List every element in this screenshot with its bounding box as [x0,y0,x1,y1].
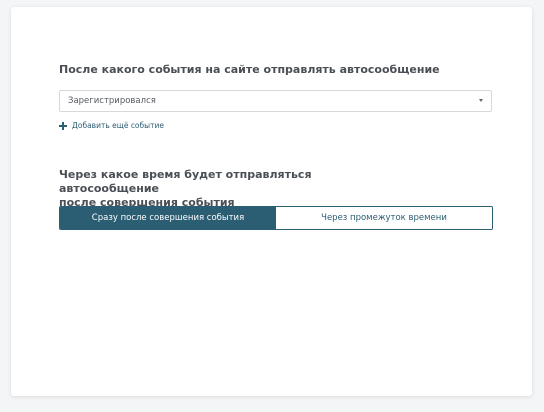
event-select[interactable]: Зарегистрировался [59,90,492,112]
timing-heading-line1: Через какое время будет отправляться авт… [59,168,312,195]
caret-down-icon [479,99,483,102]
immediately-option-button[interactable]: Сразу после совершения события [60,207,276,229]
settings-card: После какого события на сайте отправлять… [11,7,532,396]
delay-option-button[interactable]: Через промежуток времени [276,207,492,229]
event-select-value: Зарегистрировался [68,96,156,106]
add-event-link[interactable]: Добавить ещё событие [59,120,164,132]
timing-toggle: Сразу после совершения события Через про… [59,206,493,230]
timing-section-heading: Через какое время будет отправляться авт… [59,168,399,210]
event-section-heading: После какого события на сайте отправлять… [59,63,440,76]
plus-icon [59,122,67,130]
add-event-label: Добавить ещё событие [72,121,164,130]
